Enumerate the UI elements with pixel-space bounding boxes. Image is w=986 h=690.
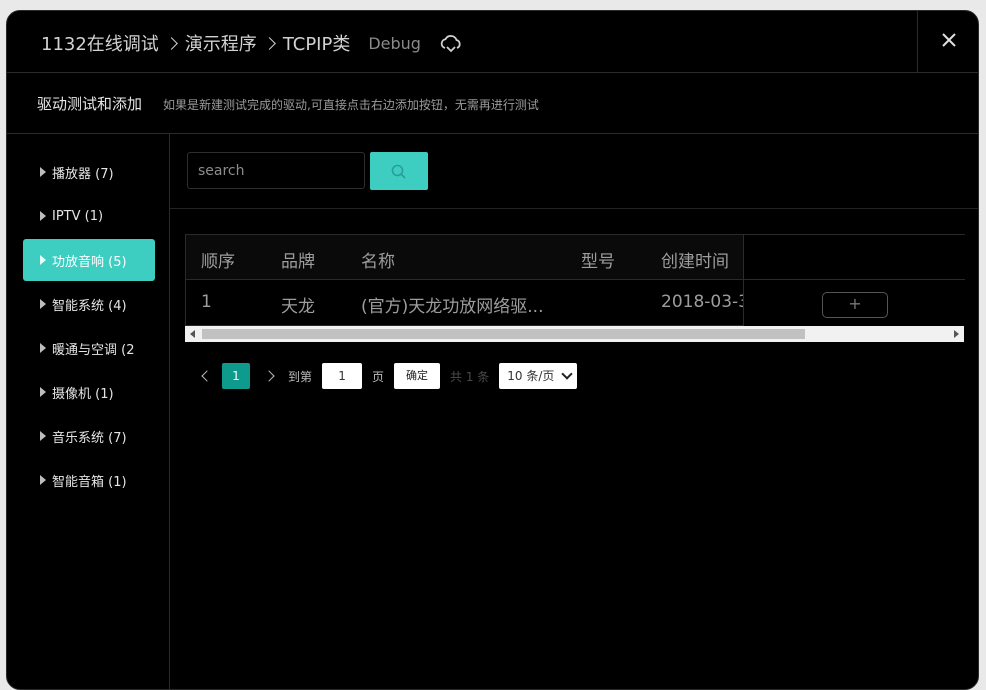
chevron-right-icon — [167, 37, 177, 49]
prev-page-icon[interactable] — [198, 369, 212, 383]
sidebar-item-label: 智能系统 (4) — [52, 298, 127, 314]
triangle-right-icon — [40, 387, 46, 397]
goto-label: 到第 — [288, 369, 313, 384]
sidebar-item-label: 功放音响 (5) — [52, 254, 127, 270]
column-header-model: 型号 — [581, 252, 615, 272]
driver-table: 顺序 品牌 名称 型号 创建时间 1 天龙 (官方)天龙功放网络驱... 201… — [185, 234, 965, 344]
page-unit-label: 页 — [372, 369, 385, 384]
triangle-right-icon — [40, 475, 46, 485]
column-header-brand: 品牌 — [281, 252, 315, 272]
breadcrumb-item-project[interactable]: 1132在线调试 — [41, 30, 159, 56]
sidebar-item-iptv[interactable]: IPTV (1) — [23, 195, 155, 237]
triangle-right-icon — [40, 343, 46, 353]
search-input[interactable] — [187, 152, 365, 189]
triangle-right-icon — [40, 299, 46, 309]
triangle-right-icon — [40, 211, 46, 221]
sidebar-item-hvac[interactable]: 暖通与空调 (2 — [23, 327, 155, 369]
debug-dialog: 1132在线调试 演示程序 TCPIP类 Debug 驱动测试和添加 如果是新建… — [6, 10, 979, 690]
breadcrumb-item-category[interactable]: TCPIP类 — [283, 30, 351, 56]
scroll-thumb[interactable] — [202, 329, 805, 339]
add-driver-button[interactable]: + — [822, 292, 888, 318]
mode-label: Debug — [368, 33, 421, 53]
sidebar-item-smart-speaker[interactable]: 智能音箱 (1) — [23, 459, 155, 501]
page-size-select[interactable]: 10 条/页 — [499, 363, 578, 389]
sidebar-item-label: 播放器 (7) — [52, 166, 114, 182]
sidebar-item-label: 智能音箱 (1) — [52, 474, 127, 490]
triangle-right-icon — [40, 431, 46, 441]
sidebar-item-label: IPTV (1) — [52, 208, 104, 224]
sidebar-item-label: 摄像机 (1) — [52, 386, 114, 402]
search-button[interactable] — [370, 152, 428, 190]
close-icon — [942, 33, 956, 47]
triangle-right-icon — [40, 167, 46, 177]
scroll-right-icon[interactable] — [954, 330, 959, 338]
search-icon — [391, 164, 406, 179]
sidebar-item-player[interactable]: 播放器 (7) — [23, 151, 155, 193]
column-header-name: 名称 — [361, 252, 395, 272]
sidebar-item-camera[interactable]: 摄像机 (1) — [23, 371, 155, 413]
goto-page-input[interactable] — [322, 363, 363, 389]
next-page-icon[interactable] — [264, 369, 278, 383]
search-bar — [170, 134, 978, 209]
horizontal-scrollbar[interactable] — [185, 326, 964, 342]
column-header-created: 创建时间 — [661, 252, 729, 272]
section-header: 驱动测试和添加 如果是新建测试完成的驱动,可直接点击右边添加按钮，无需再进行测试 — [7, 73, 978, 134]
sidebar-item-amplifier[interactable]: 功放音响 (5) — [23, 239, 155, 281]
sidebar-item-label: 暖通与空调 (2 — [52, 342, 135, 358]
scroll-left-icon[interactable] — [190, 330, 195, 338]
cell-name: (官方)天龙功放网络驱... — [361, 297, 544, 317]
page-size-value: 10 条/页 — [507, 369, 555, 383]
cell-created: 2018-03-3 — [661, 292, 749, 312]
action-column-header — [744, 234, 965, 280]
column-header-order: 顺序 — [201, 252, 235, 272]
dialog-header: 1132在线调试 演示程序 TCPIP类 Debug — [7, 11, 978, 73]
page-number-current[interactable]: 1 — [222, 363, 250, 389]
section-description: 如果是新建测试完成的驱动,可直接点击右边添加按钮，无需再进行测试 — [163, 98, 539, 112]
breadcrumb: 1132在线调试 演示程序 TCPIP类 Debug — [41, 30, 463, 56]
chevron-down-icon — [561, 368, 573, 380]
total-count: 共 1 条 — [450, 369, 490, 384]
cell-brand: 天龙 — [281, 297, 315, 317]
sidebar-item-music-system[interactable]: 音乐系统 (7) — [23, 415, 155, 457]
section-title: 驱动测试和添加 — [37, 95, 143, 113]
breadcrumb-item-demo[interactable]: 演示程序 — [185, 30, 257, 56]
close-button[interactable] — [917, 11, 978, 72]
action-column: + — [743, 234, 965, 326]
confirm-button[interactable]: 确定 — [394, 363, 441, 389]
category-sidebar: 播放器 (7) IPTV (1) 功放音响 (5) 智能系统 (4) 暖通与空调… — [7, 134, 170, 689]
main-content: 顺序 品牌 名称 型号 创建时间 1 天龙 (官方)天龙功放网络驱... 201… — [170, 134, 978, 689]
triangle-right-icon — [40, 255, 46, 265]
cell-order: 1 — [201, 292, 212, 312]
cloud-icon[interactable] — [439, 35, 463, 55]
sidebar-item-label: 音乐系统 (7) — [52, 430, 127, 446]
chevron-right-icon — [265, 37, 275, 49]
pagination: 1 到第 页 确定 共 1 条 10 条/页 — [198, 362, 578, 390]
sidebar-item-smart-system[interactable]: 智能系统 (4) — [23, 283, 155, 325]
